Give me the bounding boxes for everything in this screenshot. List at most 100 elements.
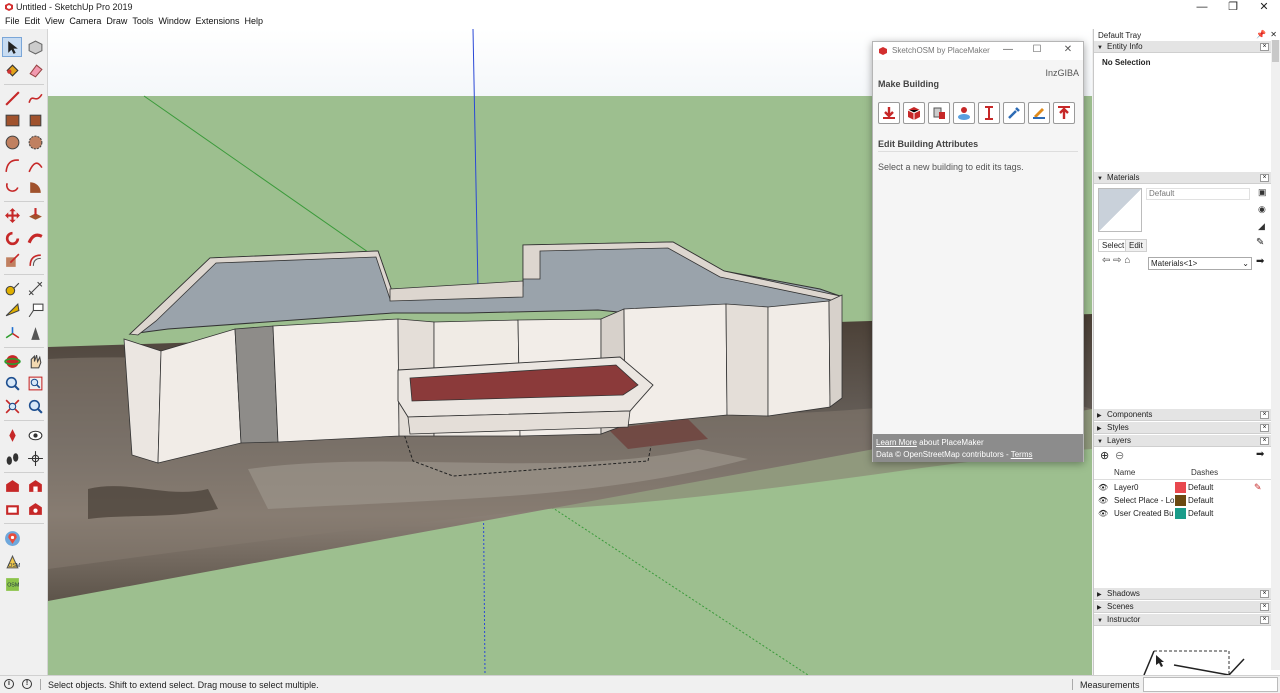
shadows-header[interactable]: ▶ Shadows ×	[1094, 588, 1280, 600]
layer-name[interactable]: Layer0	[1114, 483, 1174, 492]
dialog-close-button[interactable]: ✕	[1061, 44, 1075, 55]
forward-arrow-icon[interactable]: ⇨	[1113, 255, 1121, 266]
menu-view[interactable]: View	[44, 15, 68, 29]
layer-dashes[interactable]: Default	[1188, 509, 1213, 518]
menu-camera[interactable]: Camera	[68, 15, 105, 29]
layer-dashes[interactable]: Default	[1188, 496, 1213, 505]
layer-color[interactable]	[1175, 508, 1186, 519]
close-icon[interactable]: ×	[1260, 174, 1269, 182]
tab-edit[interactable]: Edit	[1125, 239, 1147, 252]
sample-paint-icon[interactable]: ◉	[1258, 204, 1266, 215]
tray-scrollbar[interactable]	[1271, 40, 1280, 670]
layer-row[interactable]: 👁 User Created Build Default	[1094, 507, 1272, 520]
text-tool-icon[interactable]	[25, 300, 45, 320]
circle-tool-icon[interactable]	[2, 132, 22, 152]
dialog-minimize-button[interactable]: —	[1001, 44, 1015, 55]
two-point-arc-icon[interactable]	[25, 155, 45, 175]
default-material-icon[interactable]: ◢	[1258, 221, 1265, 232]
add-layer-icon[interactable]: ⊕	[1100, 449, 1109, 462]
layer-color[interactable]	[1175, 482, 1186, 493]
layer-dashes[interactable]: Default	[1188, 483, 1213, 492]
menu-tools[interactable]: Tools	[131, 15, 157, 29]
layer-color[interactable]	[1175, 495, 1186, 506]
close-icon[interactable]: ×	[1260, 411, 1269, 419]
minimize-button[interactable]: —	[1186, 0, 1218, 15]
make-component-icon[interactable]	[25, 37, 45, 57]
close-icon[interactable]: ×	[1260, 590, 1269, 598]
layer-row[interactable]: 👁 Layer0 Default ✎	[1094, 481, 1272, 494]
extension-warehouse-icon[interactable]	[25, 476, 45, 496]
entity-info-header[interactable]: ▼ Entity Info ×	[1094, 41, 1280, 53]
select-tool-icon[interactable]	[2, 37, 22, 57]
scenes-header[interactable]: ▶ Scenes ×	[1094, 601, 1280, 613]
3d-text-icon[interactable]	[25, 323, 45, 343]
freehand-icon[interactable]	[25, 88, 45, 108]
pin-icon[interactable]: 📌	[1256, 30, 1266, 39]
close-icon[interactable]: ×	[1260, 603, 1269, 611]
components-header[interactable]: ▶ Components ×	[1094, 409, 1280, 421]
pan-icon[interactable]	[25, 351, 45, 371]
upload-building-button[interactable]	[1053, 102, 1075, 124]
three-point-arc-icon[interactable]	[2, 177, 22, 197]
eye-icon[interactable]: 👁	[1098, 496, 1108, 505]
paint-tags-button[interactable]	[1028, 102, 1050, 124]
materials-header[interactable]: ▼ Materials ×	[1094, 172, 1280, 184]
send-to-layout-icon[interactable]	[2, 499, 22, 519]
menu-help[interactable]: Help	[243, 15, 267, 29]
line-tool-icon[interactable]	[2, 88, 22, 108]
zoom-extents-icon[interactable]	[2, 396, 22, 416]
follow-me-icon[interactable]	[25, 228, 45, 248]
osm-data-icon[interactable]: OSM	[2, 574, 22, 594]
layer-name[interactable]: User Created Build	[1114, 509, 1174, 518]
close-icon[interactable]: ×	[1260, 43, 1269, 51]
axes-tool-icon[interactable]	[2, 323, 22, 343]
eraser-icon[interactable]	[25, 60, 45, 80]
measurements-input[interactable]	[1143, 677, 1278, 692]
scrollbar-thumb[interactable]	[1272, 40, 1279, 62]
tape-measure-icon[interactable]	[2, 278, 22, 298]
osm-building-icon[interactable]: OSM	[2, 551, 22, 571]
material-collection-select[interactable]: Materials<1> ⌄	[1148, 257, 1252, 270]
back-arrow-icon[interactable]: ⇦	[1102, 255, 1110, 266]
download-building-button[interactable]	[878, 102, 900, 124]
look-around-icon[interactable]	[25, 425, 45, 445]
position-camera-icon[interactable]	[2, 425, 22, 445]
rotated-rectangle-icon[interactable]	[25, 110, 45, 130]
rotate-tool-icon[interactable]	[2, 228, 22, 248]
learn-more-link[interactable]: Learn More	[876, 438, 917, 447]
paint-bucket-icon[interactable]	[2, 60, 22, 80]
layer-row[interactable]: 👁 Select Place - Loca Default	[1094, 494, 1272, 507]
terms-link[interactable]: Terms	[1011, 450, 1033, 459]
extrude-building-button[interactable]	[903, 102, 925, 124]
previous-view-icon[interactable]	[25, 396, 45, 416]
push-pull-icon[interactable]	[25, 205, 45, 225]
menu-edit[interactable]: Edit	[24, 15, 45, 29]
height-tool-button[interactable]	[978, 102, 1000, 124]
info-icon[interactable]: !	[22, 679, 32, 689]
eyedropper-icon[interactable]: ✎	[1256, 237, 1264, 248]
layer-details-icon[interactable]: ➡	[1256, 449, 1264, 460]
dimension-tool-icon[interactable]	[25, 278, 45, 298]
material-swatch[interactable]	[1098, 188, 1142, 232]
user-name[interactable]: InzGIBA	[1045, 68, 1079, 78]
close-icon[interactable]: ×	[1260, 437, 1269, 445]
eyedropper-button[interactable]	[1003, 102, 1025, 124]
orbit-icon[interactable]	[2, 351, 22, 371]
instructor-header[interactable]: ▼ Instructor ×	[1094, 614, 1280, 626]
close-icon[interactable]: ×	[1260, 616, 1269, 624]
arc-tool-icon[interactable]	[2, 155, 22, 175]
delete-layer-icon[interactable]: ⊖	[1115, 449, 1124, 462]
extension-manager-icon[interactable]	[25, 499, 45, 519]
eye-icon[interactable]: 👁	[1098, 509, 1108, 518]
home-icon[interactable]: ⌂	[1124, 255, 1130, 266]
walk-icon[interactable]	[2, 448, 22, 468]
protractor-icon[interactable]	[2, 300, 22, 320]
scale-tool-icon[interactable]	[2, 250, 22, 270]
create-material-icon[interactable]: ▣	[1258, 187, 1267, 198]
polygon-tool-icon[interactable]	[25, 132, 45, 152]
set-height-button[interactable]	[953, 102, 975, 124]
geo-location-icon[interactable]: i	[4, 679, 14, 689]
menu-file[interactable]: File	[4, 15, 24, 29]
warehouse-icon[interactable]	[2, 476, 22, 496]
menu-draw[interactable]: Draw	[105, 15, 131, 29]
